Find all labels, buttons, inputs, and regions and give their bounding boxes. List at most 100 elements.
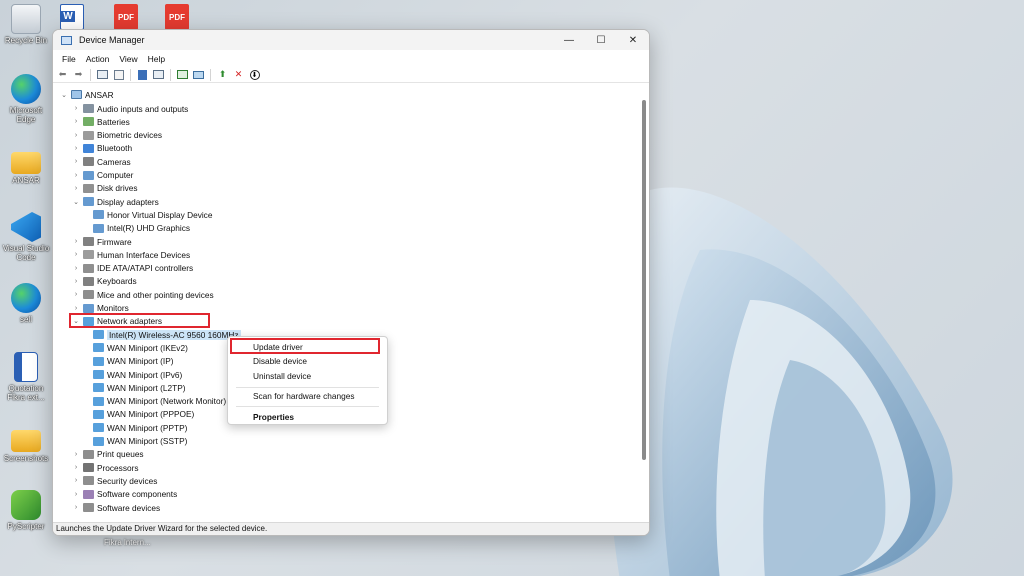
tree-item[interactable]: WAN Miniport (PPTP) (90, 421, 187, 434)
computer-icon (71, 90, 82, 99)
pdf-file-icon[interactable]: PDF (165, 4, 189, 30)
action-pane-icon[interactable] (152, 69, 165, 81)
chevron-right-icon[interactable]: › (72, 251, 80, 258)
disable-device-icon[interactable]: ⬇ (248, 69, 261, 81)
desktop-icon-quotation[interactable]: Quotation Fikra ext... (0, 352, 52, 402)
chevron-down-icon[interactable]: ⌄ (72, 198, 80, 206)
chevron-right-icon[interactable]: › (72, 278, 80, 285)
chevron-right-icon[interactable]: › (72, 504, 80, 511)
pdf-file-icon[interactable]: PDF (114, 4, 138, 30)
desktop-icon-ansar[interactable]: ANSAR (0, 146, 52, 185)
tree-item[interactable]: WAN Miniport (IP) (90, 355, 174, 368)
tree-item-label: Firmware (97, 236, 132, 247)
folder-icon (11, 430, 41, 452)
tree-item[interactable]: WAN Miniport (PPPOE) (90, 408, 194, 421)
chevron-right-icon[interactable]: › (72, 305, 80, 312)
chevron-right-icon[interactable]: › (72, 172, 80, 179)
maximize-button[interactable]: ☐ (585, 30, 617, 50)
chevron-right-icon[interactable]: › (72, 145, 80, 152)
tree-item-label: Processors (97, 462, 139, 473)
chevron-right-icon[interactable]: › (72, 158, 80, 165)
tree-item[interactable]: WAN Miniport (SSTP) (90, 435, 187, 448)
tree-item[interactable]: › Mice and other pointing devices (72, 288, 214, 301)
monitor-icon[interactable] (192, 69, 205, 81)
context-item-properties[interactable]: Properties (228, 410, 387, 424)
chevron-right-icon[interactable]: › (72, 238, 80, 245)
tree-item[interactable]: WAN Miniport (IKEv2) (90, 341, 188, 354)
tree-root[interactable]: ⌄ ANSAR (60, 88, 114, 101)
tree-item[interactable]: › Print queues (72, 448, 144, 461)
chevron-right-icon[interactable]: › (72, 477, 80, 484)
scrollbar-thumb[interactable] (642, 100, 646, 460)
device-category-icon (83, 170, 94, 180)
tree-item[interactable]: › Security devices (72, 474, 158, 487)
update-driver-icon[interactable]: ⬆ (216, 69, 229, 81)
context-item-scan-hardware[interactable]: Scan for hardware changes (228, 389, 387, 403)
tree-item[interactable]: Intel(R) UHD Graphics (90, 222, 190, 235)
forward-arrow-icon[interactable]: ➡ (72, 69, 85, 81)
show-hide-console-tree-icon[interactable] (96, 69, 109, 81)
help-icon[interactable] (136, 69, 149, 81)
tree-item[interactable]: ⌄ Display adapters (72, 195, 159, 208)
chevron-right-icon[interactable]: › (72, 451, 80, 458)
back-arrow-icon[interactable]: ⬅ (56, 69, 69, 81)
tree-item-label: Software components (97, 489, 178, 500)
word-file-icon[interactable]: W (60, 4, 84, 30)
chevron-right-icon[interactable]: › (72, 464, 80, 471)
chevron-right-icon[interactable]: › (72, 118, 80, 125)
context-item-uninstall-device[interactable]: Uninstall device (228, 369, 387, 383)
tree-item[interactable]: › Software components (72, 488, 177, 501)
desktop-icon-vscode[interactable]: Visual Studio Code (0, 212, 52, 262)
minimize-button[interactable]: — (553, 30, 585, 50)
uninstall-device-icon[interactable]: ✕ (232, 69, 245, 81)
tree-item[interactable]: › Cameras (72, 155, 131, 168)
menu-bar: File Action View Help (53, 50, 649, 67)
tree-item[interactable]: WAN Miniport (Network Monitor) (90, 395, 226, 408)
menu-file[interactable]: File (57, 54, 81, 64)
device-category-icon (83, 143, 94, 153)
tree-item[interactable]: Intel(R) Wireless-AC 9560 160MHz (90, 328, 241, 341)
tree-item[interactable]: › Human Interface Devices (72, 248, 190, 261)
tree-item[interactable]: › Biometric devices (72, 129, 162, 142)
chevron-right-icon[interactable]: › (72, 491, 80, 498)
scan-hardware-icon[interactable] (176, 69, 189, 81)
tree-item[interactable]: › Bluetooth (72, 142, 132, 155)
word-document-icon (14, 352, 38, 382)
tree-item[interactable]: › Audio inputs and outputs (72, 102, 189, 115)
tree-item[interactable]: WAN Miniport (IPv6) (90, 368, 182, 381)
menu-help[interactable]: Help (143, 54, 170, 64)
chevron-right-icon[interactable]: › (72, 291, 80, 298)
tree-item[interactable]: › Software devices (72, 501, 160, 514)
properties-icon[interactable] (112, 69, 125, 81)
tree-item[interactable]: › Processors (72, 461, 139, 474)
chevron-down-icon[interactable]: ⌄ (60, 91, 68, 99)
vertical-scrollbar[interactable] (641, 88, 647, 488)
menu-view[interactable]: View (114, 54, 142, 64)
desktop-icon-label: Visual Studio Code (2, 244, 50, 262)
tree-item[interactable]: › Firmware (72, 235, 132, 248)
tree-item[interactable]: › Keyboards (72, 275, 137, 288)
device-category-icon (93, 370, 104, 379)
desktop-icon-pyscripter[interactable]: PyScripter (0, 490, 52, 531)
desktop-icon-sell[interactable]: sell (0, 283, 52, 324)
device-category-icon (93, 356, 104, 366)
chevron-right-icon[interactable]: › (72, 265, 80, 272)
tree-item[interactable]: › IDE ATA/ATAPI controllers (72, 262, 193, 275)
title-bar[interactable]: Device Manager — ☐ ✕ (53, 30, 649, 50)
desktop-icon-screenshots[interactable]: Screenshots (0, 424, 52, 463)
chevron-right-icon[interactable]: › (72, 132, 80, 139)
device-category-icon (93, 436, 104, 446)
menu-action[interactable]: Action (81, 54, 115, 64)
desktop-icon-recycle-bin[interactable]: Recycle Bin (0, 4, 52, 45)
tree-item-label: Biometric devices (97, 130, 163, 141)
tree-item[interactable]: › Batteries (72, 115, 130, 128)
context-item-disable-device[interactable]: Disable device (228, 354, 387, 368)
tree-item[interactable]: › Computer (72, 169, 134, 182)
desktop-icon-edge[interactable]: Microsoft Edge (0, 74, 52, 124)
chevron-right-icon[interactable]: › (72, 105, 80, 112)
chevron-right-icon[interactable]: › (72, 185, 80, 192)
tree-item[interactable]: Honor Virtual Display Device (90, 208, 212, 221)
tree-item[interactable]: WAN Miniport (L2TP) (90, 381, 186, 394)
tree-item[interactable]: › Disk drives (72, 182, 138, 195)
close-button[interactable]: ✕ (617, 30, 649, 50)
